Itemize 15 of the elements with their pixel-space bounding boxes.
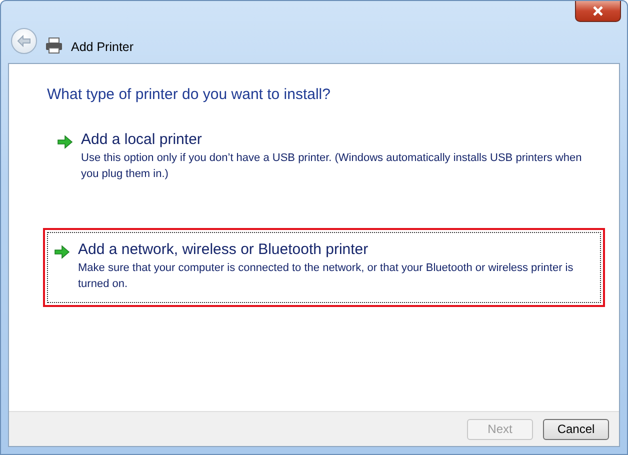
window-title: Add Printer bbox=[71, 40, 134, 54]
option-title: Add a local printer bbox=[81, 131, 203, 148]
arrow-icon bbox=[57, 135, 73, 149]
close-button[interactable] bbox=[575, 1, 621, 22]
back-arrow-icon bbox=[17, 35, 31, 47]
option-description: Make sure that your computer is connected to the network, or that your Bluetooth or wireless printer is turned on. bbox=[78, 261, 574, 292]
option-description: Use this option only if you don’t have a USB printer. (Windows automatically installs USB printers when you plug them in.) bbox=[81, 151, 583, 182]
cancel-button[interactable]: Cancel bbox=[543, 418, 609, 440]
option-link[interactable]: Add a network, wireless or Bluetooth printer Make sure that your computer is connected to the network, or that your Bluetooth or wireless printer is turned on. bbox=[47, 232, 601, 303]
printer-icon bbox=[45, 37, 63, 54]
page-heading: What type of printer do you want to install? bbox=[47, 86, 332, 103]
option-link[interactable]: Add a local printer Use this option only if you don’t have a USB printer. (Windows automatically installs USB printers when you plug them in.) bbox=[47, 131, 595, 192]
option-title: Add a network, wireless or Bluetooth printer bbox=[78, 241, 370, 258]
close-icon bbox=[592, 6, 604, 16]
arrow-icon bbox=[54, 245, 70, 259]
